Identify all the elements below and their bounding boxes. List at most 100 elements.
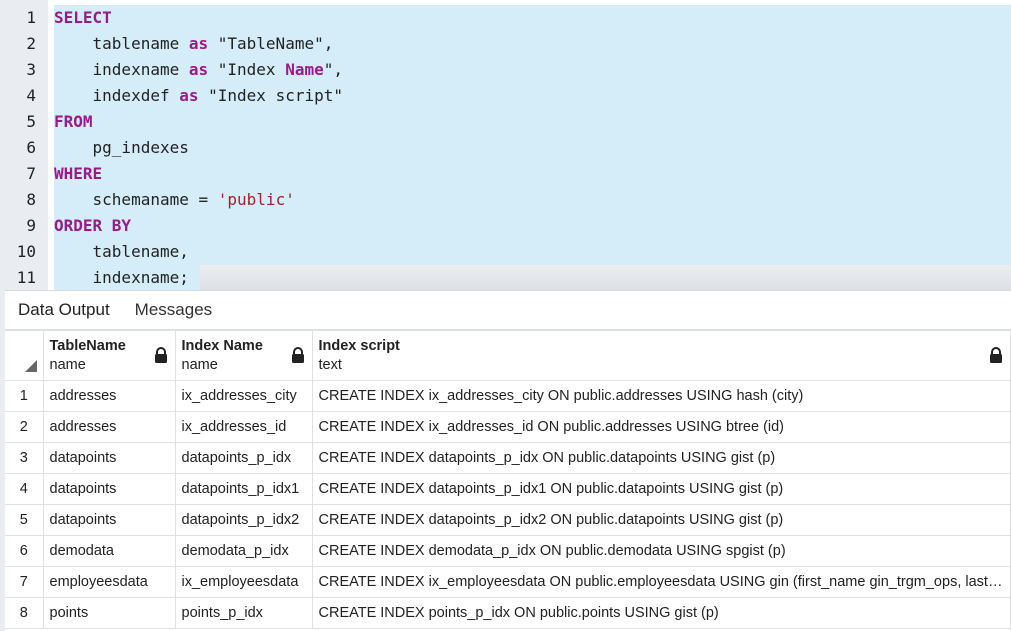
- selection-highlight: [54, 239, 1011, 265]
- row-number-cell[interactable]: 1: [5, 380, 44, 412]
- tablename-cell[interactable]: datapoints: [42, 473, 176, 505]
- tablename-cell[interactable]: datapoints: [42, 504, 176, 536]
- tablename-cell[interactable]: employeesdata: [42, 566, 176, 598]
- row-number-cell[interactable]: 4: [5, 473, 44, 505]
- sql-text: "Index: [208, 60, 286, 79]
- table-row[interactable]: 4 datapoints datapoints_p_idx1 CREATE INDEX…: [5, 473, 1011, 505]
- active-line-highlight: [200, 265, 1011, 290]
- row-number-cell[interactable]: 3: [5, 442, 44, 474]
- index-script-cell[interactable]: CREATE INDEX ix_addresses_city ON public…: [311, 380, 1011, 412]
- sql-text: pg_indexes: [54, 138, 189, 157]
- lock-icon: [291, 347, 304, 363]
- code-line[interactable]: 2 tablename as "TableName",: [26, 31, 1011, 57]
- tablename-cell[interactable]: demodata: [42, 535, 176, 567]
- results-panel: Data Output Messages TableName name Inde…: [5, 290, 1011, 631]
- index-script-cell[interactable]: CREATE INDEX datapoints_p_idx ON public.…: [311, 442, 1011, 474]
- row-number-cell[interactable]: 2: [5, 411, 44, 443]
- sql-editor[interactable]: 1 SELECT 2 tablename as "TableName", 3 inde…: [0, 0, 1011, 290]
- code-line[interactable]: 4 indexdef as "Index script": [26, 83, 1011, 109]
- index-name-cell[interactable]: datapoints_p_idx2: [174, 504, 313, 536]
- code-line[interactable]: 3 indexname as "Index Name",: [26, 57, 1011, 83]
- code-area[interactable]: 1 SELECT 2 tablename as "TableName", 3 inde…: [17, 5, 1011, 290]
- sql-keyword: SELECT: [54, 8, 112, 27]
- code-line[interactable]: 10 tablename,: [17, 239, 1011, 265]
- code-text: tablename as "TableName",: [54, 31, 334, 57]
- table-row[interactable]: 7 employeesdata ix_employeesdata CREATE IND…: [5, 566, 1011, 598]
- index-name-cell[interactable]: demodata_p_idx: [174, 535, 313, 567]
- index-script-cell[interactable]: CREATE INDEX points_p_idx ON public.poin…: [311, 597, 1011, 629]
- code-text: ORDER BY: [54, 213, 131, 239]
- index-name-cell[interactable]: ix_employeesdata: [174, 566, 313, 598]
- index-name-cell[interactable]: datapoints_p_idx: [174, 442, 313, 474]
- sql-text: ",: [323, 60, 343, 79]
- index-script-cell[interactable]: CREATE INDEX datapoints_p_idx2 ON public…: [311, 504, 1011, 536]
- index-script-cell[interactable]: CREATE INDEX ix_addresses_id ON public.a…: [311, 411, 1011, 443]
- code-line[interactable]: 11 indexname;: [17, 265, 1011, 290]
- selection-highlight: [54, 213, 1011, 239]
- line-number: 6: [26, 138, 36, 157]
- index-name-cell[interactable]: points_p_idx: [174, 597, 313, 629]
- code-line[interactable]: 7 WHERE: [26, 161, 1011, 187]
- code-text: indexname;: [54, 265, 189, 290]
- tab-data-output[interactable]: Data Output: [6, 300, 122, 320]
- column-type: text: [318, 356, 342, 373]
- code-text: pg_indexes: [54, 135, 189, 161]
- sql-keyword: WHERE: [54, 164, 103, 183]
- column-name: Index script: [318, 337, 400, 354]
- code-line[interactable]: 1 SELECT: [26, 5, 1011, 31]
- header-row: TableName name Index Name name Index scr…: [5, 330, 1011, 381]
- code-line[interactable]: 5 FROM: [26, 109, 1011, 135]
- tablename-cell[interactable]: addresses: [42, 411, 176, 443]
- results-tabs: Data Output Messages: [5, 291, 1011, 330]
- row-number-cell[interactable]: 7: [5, 566, 44, 598]
- code-text: schemaname = 'public': [54, 187, 295, 213]
- sql-keyword: as: [179, 86, 199, 105]
- table-row[interactable]: 6 demodata demodata_p_idx CREATE INDEX demo…: [5, 535, 1011, 567]
- column-name: TableName: [49, 337, 126, 354]
- tablename-cell[interactable]: addresses: [42, 380, 176, 412]
- row-number-cell[interactable]: 8: [5, 597, 44, 629]
- column-header-index-name[interactable]: Index Name name: [174, 330, 313, 381]
- code-text: indexname as "Index Name",: [54, 57, 343, 83]
- line-number: 10: [16, 242, 36, 261]
- index-script-cell[interactable]: CREATE INDEX datapoints_p_idx1 ON public…: [311, 473, 1011, 505]
- sql-text: "Index script": [198, 86, 343, 105]
- lock-icon: [990, 347, 1002, 363]
- index-script-cell[interactable]: CREATE INDEX demodata_p_idx ON public.de…: [311, 535, 1011, 567]
- index-script-cell[interactable]: CREATE INDEX ix_employeesdata ON public.…: [311, 566, 1011, 598]
- line-number: 4: [26, 86, 36, 105]
- code-line[interactable]: 6 pg_indexes: [26, 135, 1011, 161]
- table-row[interactable]: 8 points points_p_idx CREATE INDEX points_p…: [5, 597, 1011, 629]
- column-header-index-script[interactable]: Index script text: [311, 330, 1011, 381]
- line-number: 8: [26, 190, 36, 209]
- index-name-cell[interactable]: ix_addresses_id: [174, 411, 313, 443]
- index-name-cell[interactable]: datapoints_p_idx1: [174, 473, 313, 505]
- line-number: 1: [26, 8, 36, 27]
- line-number: 5: [26, 112, 36, 131]
- tablename-cell[interactable]: datapoints: [42, 442, 176, 474]
- index-name-cell[interactable]: ix_addresses_city: [174, 380, 313, 412]
- data-grid: TableName name Index Name name Index scr…: [5, 330, 1011, 629]
- tablename-cell[interactable]: points: [42, 597, 176, 629]
- selection-highlight: [54, 5, 1011, 31]
- sql-text: tablename: [54, 34, 189, 53]
- select-all-corner[interactable]: [5, 330, 44, 381]
- table-row[interactable]: 3 datapoints datapoints_p_idx CREATE INDEX …: [5, 442, 1011, 474]
- table-row[interactable]: 2 addresses ix_addresses_id CREATE INDEX ix…: [5, 411, 1011, 443]
- code-text: WHERE: [54, 161, 102, 187]
- code-line[interactable]: 8 schemaname = 'public': [26, 187, 1011, 213]
- row-number-cell[interactable]: 5: [5, 504, 44, 536]
- lock-icon: [154, 347, 167, 363]
- sql-keyword: as: [188, 34, 209, 53]
- row-number-cell[interactable]: 6: [5, 535, 44, 567]
- tab-messages[interactable]: Messages: [123, 300, 224, 320]
- table-row[interactable]: 5 datapoints datapoints_p_idx2 CREATE INDEX…: [5, 504, 1011, 536]
- sql-text: indexname;: [54, 268, 189, 287]
- column-header-tablename[interactable]: TableName name: [42, 330, 176, 381]
- table-row[interactable]: 1 addresses ix_addresses_city CREATE INDEX …: [5, 380, 1011, 412]
- sql-text: "TableName",: [208, 34, 334, 53]
- sql-keyword: ORDER BY: [54, 216, 132, 235]
- code-line[interactable]: 9 ORDER BY: [26, 213, 1011, 239]
- sql-text: schemaname =: [54, 190, 218, 209]
- line-number: 11: [16, 268, 36, 287]
